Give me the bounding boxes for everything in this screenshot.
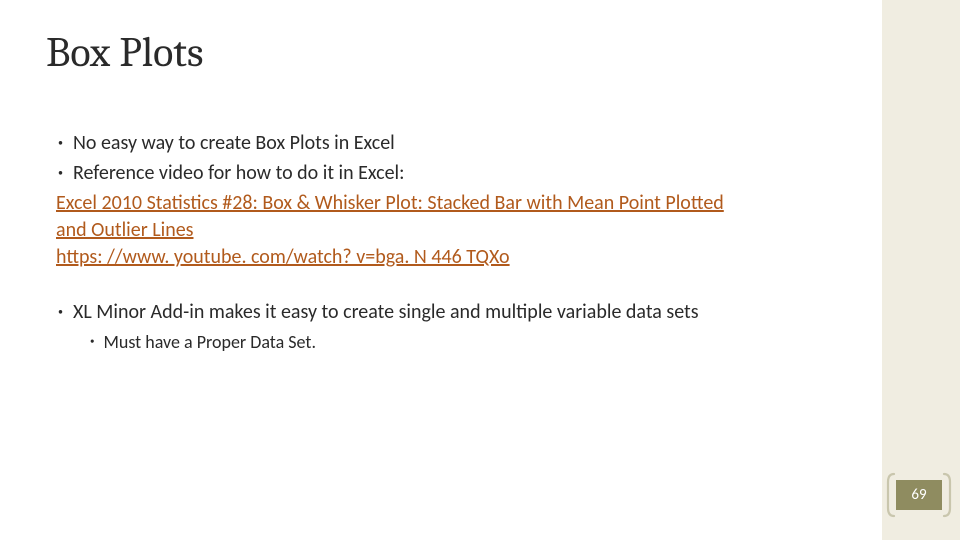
link-url-text: https: //www. youtube. com/watch? v=bga.… xyxy=(56,245,510,269)
bullet-item: • XL Minor Add-in makes it easy to creat… xyxy=(56,299,860,325)
spacer xyxy=(56,271,860,299)
slide-title: Box Plots xyxy=(46,28,203,77)
bullet-dot-icon: • xyxy=(58,136,63,149)
slide-content: • No easy way to create Box Plots in Exc… xyxy=(56,130,860,353)
bullet-text: Reference video for how to do it in Exce… xyxy=(73,160,405,186)
sub-bullet-item: • Must have a Proper Data Set. xyxy=(90,331,860,353)
bullet-dot-icon: • xyxy=(58,305,63,318)
sub-bullet-text: Must have a Proper Data Set. xyxy=(103,331,316,353)
reference-link-url[interactable]: https: //www. youtube. com/watch? v=bga.… xyxy=(56,244,860,271)
link-text-line1: Excel 2010 Statistics #28: Box & Whisker… xyxy=(56,191,724,215)
right-sidebar-decoration xyxy=(882,0,960,540)
slide: Box Plots • No easy way to create Box Pl… xyxy=(0,0,960,540)
reference-link-title[interactable]: Excel 2010 Statistics #28: Box & Whisker… xyxy=(56,190,860,217)
bullet-dot-icon: • xyxy=(90,336,94,347)
bullet-dot-icon: • xyxy=(58,166,63,179)
bullet-text: XL Minor Add-in makes it easy to create … xyxy=(73,299,699,325)
reference-link-title-cont[interactable]: and Outlier Lines xyxy=(56,217,860,244)
bullet-text: No easy way to create Box Plots in Excel xyxy=(73,130,395,156)
bullet-item: • Reference video for how to do it in Ex… xyxy=(56,160,860,186)
page-number-badge: 69 xyxy=(896,480,942,510)
bullet-item: • No easy way to create Box Plots in Exc… xyxy=(56,130,860,156)
page-number: 69 xyxy=(911,486,926,504)
link-text-line2: and Outlier Lines xyxy=(56,218,193,242)
